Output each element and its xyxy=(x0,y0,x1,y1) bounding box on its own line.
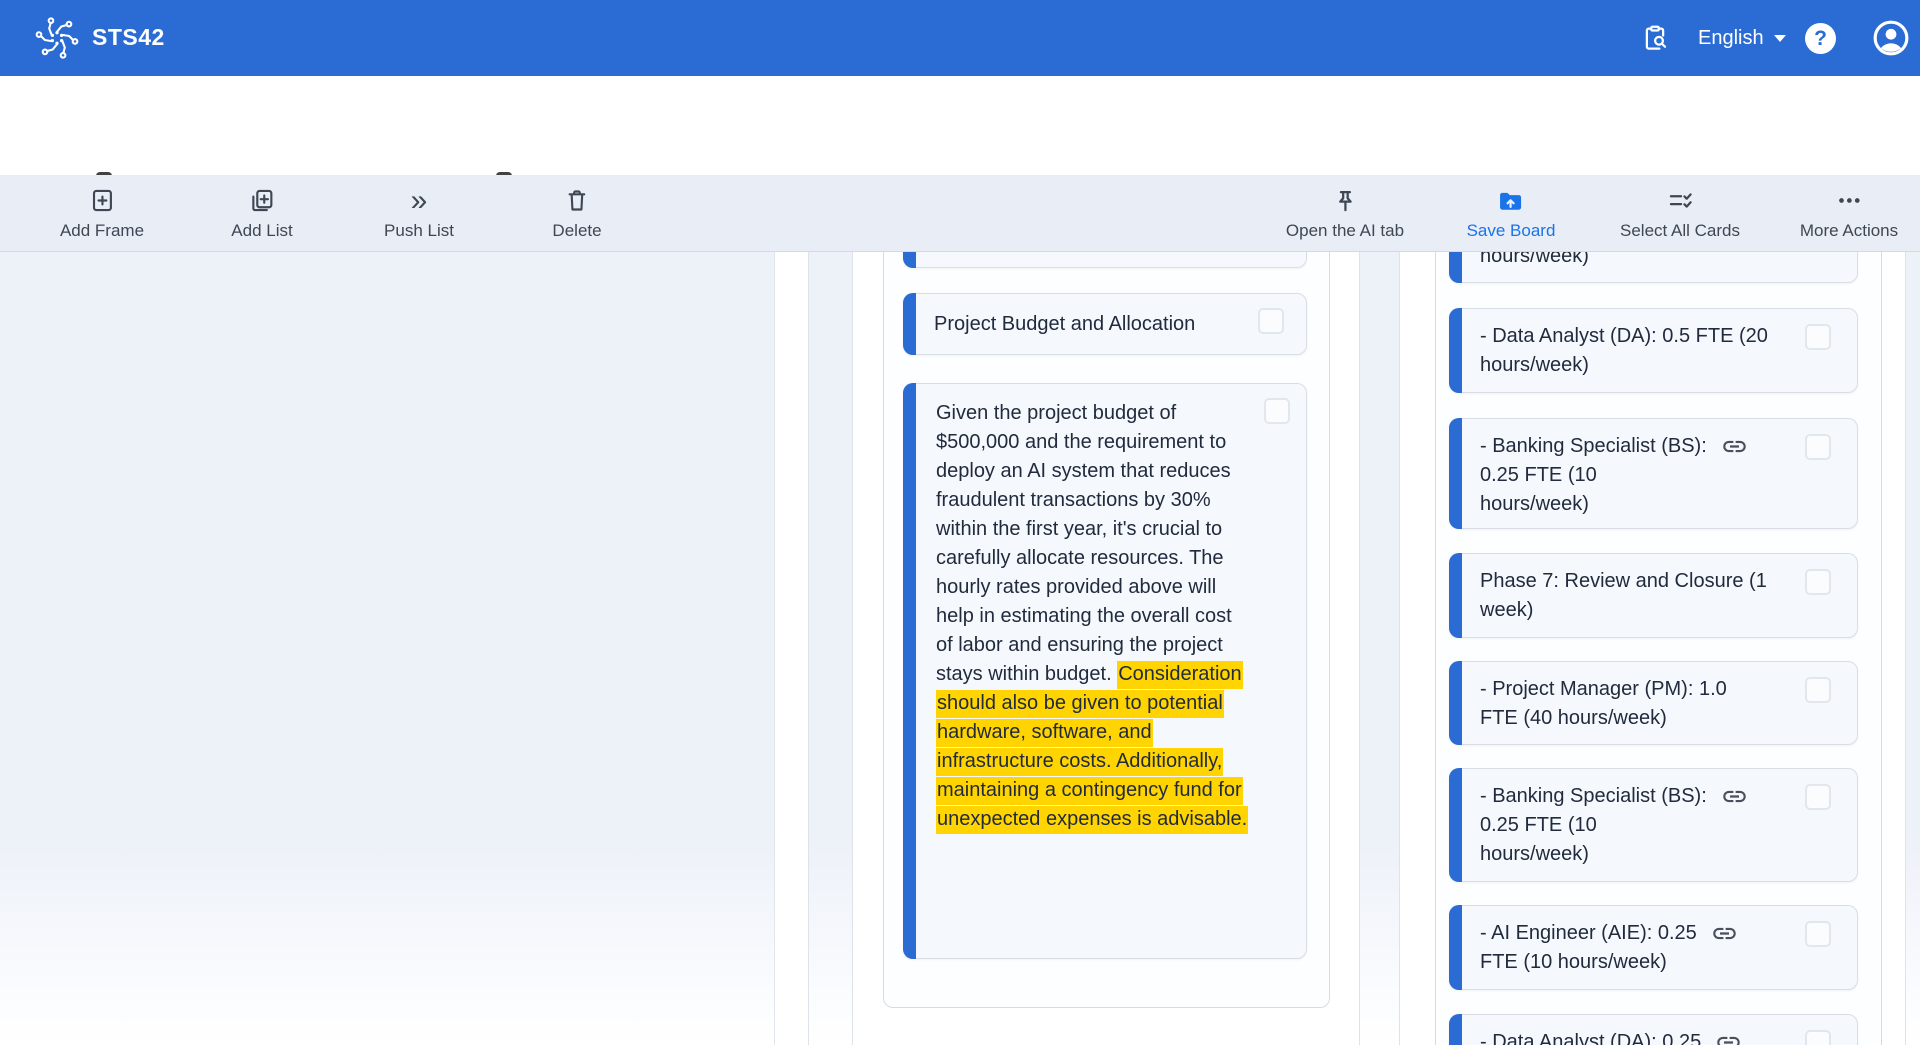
card-checkbox[interactable] xyxy=(1258,308,1284,334)
link-icon[interactable] xyxy=(1721,433,1748,460)
empty-list-strip xyxy=(1905,252,1920,1045)
list-checks-icon xyxy=(1667,186,1694,216)
card-color-bar xyxy=(903,252,916,268)
card-color-bar xyxy=(1449,905,1462,990)
link-icon[interactable] xyxy=(1721,783,1748,810)
middle-list: Project Budget and Allocation Given the … xyxy=(883,252,1330,1008)
avatar[interactable] xyxy=(1872,19,1910,57)
app-name: STS42 xyxy=(92,24,165,51)
card-color-bar xyxy=(1449,308,1462,393)
card-checkbox[interactable] xyxy=(1805,784,1831,810)
card-checkbox[interactable] xyxy=(1805,1030,1831,1045)
app-logo-icon xyxy=(34,15,80,61)
highlighted-text: Consideration should also be given to po… xyxy=(936,661,1248,834)
language-selector[interactable]: English xyxy=(1698,0,1786,76)
card-checkbox[interactable] xyxy=(1264,398,1290,424)
board-canvas: Project Budget and Allocation Given the … xyxy=(0,252,1920,1045)
card-project-manager[interactable]: - Project Manager (PM): 1.0 FTE (40 hour… xyxy=(1449,661,1858,745)
help-icon[interactable]: ? xyxy=(1805,23,1836,54)
add-list-button[interactable]: Add List xyxy=(231,175,292,251)
card-phase-7[interactable]: Phase 7: Review and Closure (1 week) xyxy=(1449,553,1858,638)
card-color-bar xyxy=(903,293,916,355)
clipboard-search-icon[interactable] xyxy=(1638,21,1672,55)
card-partial-top[interactable] xyxy=(903,252,1307,268)
card-banking-specialist-1[interactable]: - Banking Specialist (BS): 0.25 FTE (10 … xyxy=(1449,418,1858,529)
card-checkbox[interactable] xyxy=(1805,921,1831,947)
card-checkbox[interactable] xyxy=(1805,569,1831,595)
card-color-bar xyxy=(1449,553,1462,638)
app-header: STS42 English ? xyxy=(0,0,1920,76)
add-list-icon xyxy=(249,186,276,216)
trash-icon xyxy=(563,186,590,216)
push-list-button[interactable]: » Push List xyxy=(384,175,454,251)
delete-button[interactable]: Delete xyxy=(552,175,601,251)
card-color-bar xyxy=(1449,418,1462,529)
card-project-budget[interactable]: Project Budget and Allocation xyxy=(903,293,1307,355)
card-checkbox[interactable] xyxy=(1805,324,1831,350)
empty-list-strip xyxy=(808,252,853,1045)
card-data-analyst-05[interactable]: - Data Analyst (DA): 0.5 FTE (20 hours/w… xyxy=(1449,308,1858,393)
save-board-button[interactable]: Save Board xyxy=(1467,175,1556,251)
more-actions-button[interactable]: More Actions xyxy=(1800,175,1898,251)
card-color-bar xyxy=(1449,768,1462,882)
card-data-analyst-025[interactable]: - Data Analyst (DA): 0.25 xyxy=(1449,1014,1858,1045)
card-checkbox[interactable] xyxy=(1805,677,1831,703)
empty-list-strip xyxy=(1359,252,1400,1045)
board-toolbar: Add Frame Add List » Push List Delete Op… xyxy=(0,175,1920,252)
board-title-bar: Project Planning Template Basic board wi… xyxy=(0,76,1920,175)
card-checkbox[interactable] xyxy=(1805,434,1831,460)
open-ai-tab-button[interactable]: Open the AI tab xyxy=(1286,175,1404,251)
card-color-bar xyxy=(903,383,916,959)
card-partial-top[interactable]: hours/week) xyxy=(1449,252,1858,283)
language-label: English xyxy=(1698,27,1764,50)
card-color-bar xyxy=(1449,252,1462,283)
card-color-bar xyxy=(1449,1014,1462,1045)
add-frame-icon xyxy=(89,186,116,216)
select-all-cards-button[interactable]: Select All Cards xyxy=(1620,175,1740,251)
double-chevron-right-icon: » xyxy=(411,186,428,216)
folder-upload-icon xyxy=(1497,186,1525,216)
right-list: hours/week) - Data Analyst (DA): 0.5 FTE… xyxy=(1435,252,1882,1045)
chevron-down-icon xyxy=(1774,35,1786,42)
link-icon[interactable] xyxy=(1711,920,1738,947)
card-budget-note[interactable]: Given the project budget of $500,000 and… xyxy=(903,383,1307,959)
card-body-text: Given the project budget of $500,000 and… xyxy=(936,402,1232,685)
card-banking-specialist-2[interactable]: - Banking Specialist (BS): 0.25 FTE (10 … xyxy=(1449,768,1858,882)
ellipsis-icon xyxy=(1835,186,1862,216)
card-title: Project Budget and Allocation xyxy=(934,310,1260,339)
card-ai-engineer[interactable]: - AI Engineer (AIE): 0.25 FTE (10 hours/… xyxy=(1449,905,1858,990)
workspace-panel xyxy=(0,252,775,1045)
link-icon[interactable] xyxy=(1715,1029,1742,1045)
add-frame-button[interactable]: Add Frame xyxy=(60,175,144,251)
pin-icon xyxy=(1332,186,1359,216)
card-color-bar xyxy=(1449,661,1462,745)
